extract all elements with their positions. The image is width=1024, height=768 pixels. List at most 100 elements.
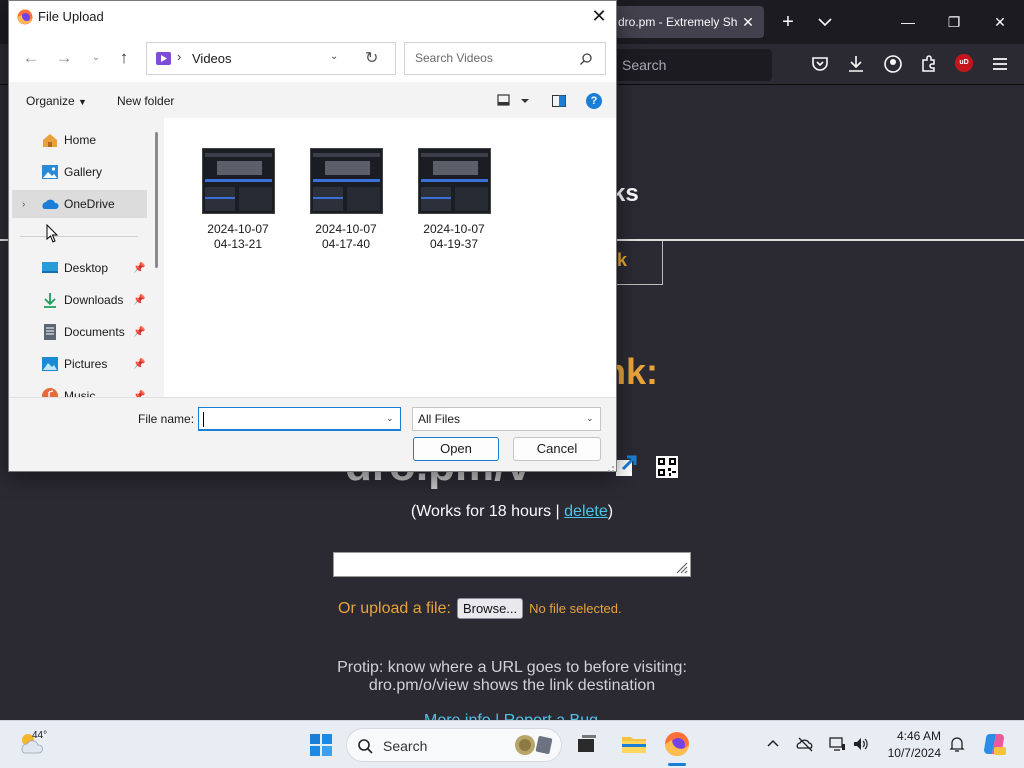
nav-item-downloads[interactable]: Downloads 📌 (12, 286, 147, 314)
pin-icon[interactable]: 📌 (133, 327, 147, 338)
file-item[interactable]: 2024-10-07 04-13-21 (196, 148, 280, 258)
firefox-taskbar-icon[interactable] (663, 730, 691, 758)
organize-button[interactable]: Organize ▼ (26, 94, 87, 108)
nav-item-home[interactable]: Home (12, 126, 147, 154)
nav-item-pictures[interactable]: Pictures 📌 (12, 350, 147, 378)
new-tab-button[interactable]: + (776, 10, 800, 34)
pin-icon[interactable]: 📌 (133, 359, 147, 370)
navigation-pane: Home Gallery › OneDrive Desktop 📌 Downlo… (9, 118, 164, 397)
address-bar[interactable]: › Videos ⌄ ↻ (146, 42, 396, 75)
downloads-icon (41, 291, 59, 309)
organize-chevron-icon: ▼ (78, 97, 87, 107)
nav-scrollbar[interactable] (155, 132, 158, 268)
volume-icon[interactable] (852, 735, 870, 753)
pocket-icon[interactable] (810, 54, 830, 74)
search-box[interactable] (404, 42, 606, 75)
refresh-icon[interactable]: ↻ (365, 48, 381, 68)
clock-date[interactable]: 10/7/2024 (884, 746, 941, 760)
file-name-label: 2024-10-07 04-19-37 (412, 222, 496, 252)
menu-hamburger-icon[interactable] (990, 54, 1010, 74)
search-icon (357, 738, 373, 754)
url-bar-placeholder: Search (622, 57, 667, 73)
restore-button[interactable]: ❐ (934, 8, 974, 36)
browse-button[interactable]: Browse... (456, 598, 524, 619)
dialog-resize-grip-icon[interactable] (605, 461, 615, 472)
account-icon[interactable] (883, 54, 903, 74)
file-name-line: 04-17-40 (321, 237, 371, 251)
dialog-title: File Upload (38, 9, 104, 24)
file-explorer-icon[interactable] (620, 730, 648, 758)
help-icon[interactable]: ? (586, 93, 602, 109)
file-name-line: 2024-10-07 (207, 222, 269, 236)
close-window-button[interactable]: ✕ (980, 8, 1020, 36)
network-icon[interactable] (828, 735, 846, 753)
nav-item-documents[interactable]: Documents 📌 (12, 318, 147, 346)
file-name-combobox[interactable]: ⌄ (198, 407, 401, 431)
taskbar: 44° Search 4:46 AM 10/7/2024 (0, 720, 1024, 768)
cancel-button[interactable]: Cancel (513, 437, 601, 461)
nav-item-onedrive[interactable]: › OneDrive (12, 190, 147, 218)
file-name-input[interactable] (202, 411, 382, 427)
dialog-close-button[interactable]: ✕ (587, 5, 611, 27)
forward-arrow-icon[interactable]: → (54, 48, 74, 68)
task-view-icon[interactable] (573, 730, 601, 758)
minimize-button[interactable]: — (888, 8, 928, 36)
delete-link[interactable]: delete (564, 503, 608, 520)
new-folder-button[interactable]: New folder (117, 94, 174, 108)
browser-tab-title: dro.pm - Extremely Sh (618, 15, 738, 29)
upload-label: Or upload a file: (338, 599, 451, 617)
nav-item-gallery[interactable]: Gallery (12, 158, 147, 186)
downloads-toolbar-icon[interactable] (846, 54, 866, 74)
external-link-icon[interactable] (614, 454, 638, 478)
search-highlight-icon (513, 733, 555, 757)
protip-line-1: Protip: know where a URL goes to before … (337, 659, 687, 676)
nav-label: Music (64, 389, 96, 397)
link-textarea[interactable] (333, 552, 691, 577)
extensions-icon[interactable] (919, 54, 939, 74)
tab-list-chevron-icon[interactable] (814, 12, 836, 32)
nav-label: Home (64, 133, 97, 147)
copilot-icon[interactable] (982, 732, 1006, 756)
show-hidden-icons-chevron-icon[interactable] (764, 735, 782, 753)
clock-time[interactable]: 4:46 AM (895, 729, 941, 743)
address-dropdown-icon[interactable]: ⌄ (330, 51, 344, 62)
file-name-dropdown-icon[interactable]: ⌄ (386, 413, 394, 424)
file-item[interactable]: 2024-10-07 04-17-40 (304, 148, 388, 258)
organize-label: Organize (26, 94, 75, 108)
pin-icon[interactable]: 📌 (133, 295, 147, 306)
file-type-dropdown-icon[interactable]: ⌄ (586, 413, 594, 424)
resize-grip-icon[interactable] (676, 562, 688, 574)
file-type-select[interactable]: All Files ⌄ (412, 407, 601, 431)
breadcrumb-videos[interactable]: Videos (192, 51, 232, 66)
nav-item-music[interactable]: Music 📌 (12, 382, 147, 397)
windows-start-icon[interactable] (309, 733, 333, 757)
up-arrow-icon[interactable]: ↑ (114, 48, 134, 68)
ublock-origin-icon[interactable]: uD (955, 54, 973, 72)
search-input[interactable] (413, 50, 573, 66)
footer-links[interactable]: More info | Report a Bug (424, 712, 598, 720)
recent-locations-chevron-icon[interactable]: ⌄ (86, 48, 106, 68)
notifications-bell-icon[interactable] (948, 735, 966, 753)
qr-code-icon[interactable] (656, 456, 678, 478)
pin-icon[interactable]: 📌 (133, 263, 147, 274)
videos-folder-icon (156, 51, 171, 66)
tab-close-icon[interactable]: ✕ (740, 14, 756, 31)
nav-item-desktop[interactable]: Desktop 📌 (12, 254, 147, 282)
taskbar-search[interactable]: Search (346, 728, 562, 762)
nav-label: OneDrive (64, 197, 115, 211)
music-icon (41, 387, 59, 397)
back-arrow-icon[interactable]: ← (21, 48, 41, 68)
browser-tab-active[interactable]: dro.pm - Extremely Sh ✕ (604, 6, 764, 38)
address-row: ← → ⌄ ↑ › Videos ⌄ ↻ (9, 32, 616, 82)
dialog-toolbar: Organize ▼ New folder ? (9, 82, 616, 118)
dialog-footer: File name: ⌄ All Files ⌄ Open Cancel (9, 397, 616, 471)
open-button[interactable]: Open (413, 437, 499, 461)
file-item[interactable]: 2024-10-07 04-19-37 (412, 148, 496, 258)
nav-label: Downloads (64, 293, 124, 307)
onedrive-offline-icon[interactable] (796, 735, 814, 753)
url-bar[interactable]: Search (612, 49, 772, 81)
search-icon[interactable] (579, 52, 593, 66)
expand-chevron-icon[interactable]: › (22, 199, 25, 210)
preview-pane-icon[interactable] (552, 95, 566, 107)
view-options-icon[interactable] (497, 94, 531, 108)
